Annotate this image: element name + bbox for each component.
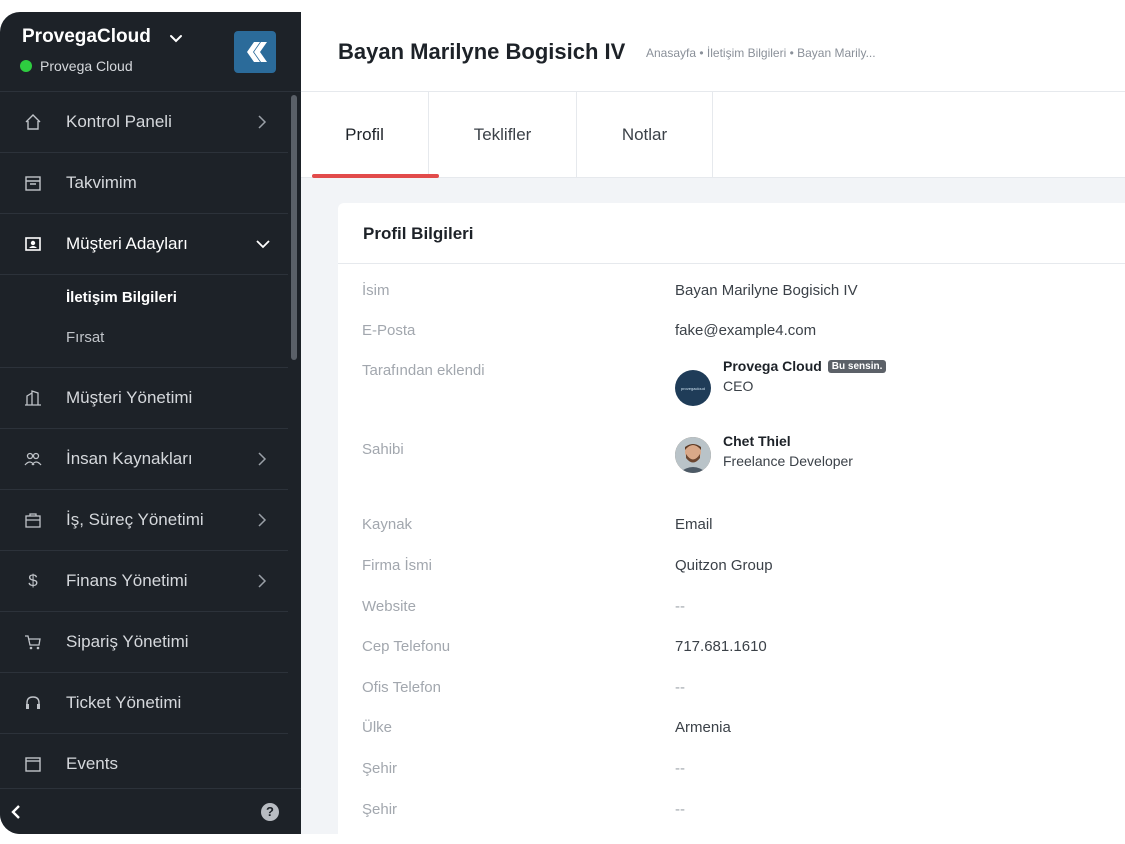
sidebar-item-finans-yonetimi[interactable]: $ Finans Yönetimi <box>0 551 288 612</box>
tab-notlar[interactable]: Notlar <box>577 92 713 178</box>
field-label: Tarafından eklendi <box>362 362 485 379</box>
sidebar-item-label: Sipariş Yönetimi <box>66 632 189 651</box>
sidebar-item-is-surec-yonetimi[interactable]: İş, Süreç Yönetimi <box>0 490 288 551</box>
briefcase-icon <box>25 513 41 528</box>
sidebar-nav: Kontrol Paneli Takvimim Müşteri Adayları… <box>0 92 288 795</box>
field-label: Şehir <box>362 801 398 818</box>
avatar-logo-text: provegacloud <box>680 385 706 391</box>
card-title: Profil Bilgileri <box>363 224 474 243</box>
breadcrumb[interactable]: Anasayfa • İletişim Bilgileri • Bayan Ma… <box>646 46 876 60</box>
cart-icon <box>25 635 41 650</box>
tab-teklifler[interactable]: Teklifler <box>429 92 577 178</box>
tab-profil[interactable]: Profil <box>301 92 429 178</box>
sidebar-item-ticket-yonetimi[interactable]: Ticket Yönetimi <box>0 673 288 734</box>
chevron-right-icon <box>258 513 267 527</box>
sidebar-item-label: Ticket Yönetimi <box>66 693 182 712</box>
field-label: Şehir <box>362 760 398 777</box>
event-icon <box>25 757 41 772</box>
sidebar-item-label: İş, Süreç Yönetimi <box>66 510 204 529</box>
tab-label: Profil <box>345 125 384 144</box>
brand-header[interactable]: ProvegaCloud Provega Cloud <box>0 12 301 92</box>
field-label: Firma İsmi <box>362 557 432 574</box>
brand-subtitle: Provega Cloud <box>40 58 133 74</box>
field-value: Email <box>675 516 713 533</box>
sidebar-item-label: Müşteri Yönetimi <box>66 388 193 407</box>
chevron-down-icon <box>256 240 270 249</box>
people-icon <box>24 452 42 466</box>
sidebar-item-takvimim[interactable]: Takvimim <box>0 153 288 214</box>
page-title: Bayan Marilyne Bogisich IV <box>338 39 626 64</box>
sidebar-scrollbar-thumb[interactable] <box>291 95 297 360</box>
field-label: İsim <box>362 282 390 299</box>
field-label: Sahibi <box>362 441 404 458</box>
field-value: Quitzon Group <box>675 557 773 574</box>
brand-name[interactable]: ProvegaCloud <box>22 26 151 48</box>
field-value[interactable]: 717.681.1610 <box>675 638 767 655</box>
sidebar-item-musteri-adaylari[interactable]: Müşteri Adayları <box>0 214 288 275</box>
sidebar-item-label: Events <box>66 754 118 773</box>
sidebar-subitem-iletisim-bilgileri[interactable]: İletişim Bilgileri <box>66 289 177 306</box>
field-label: Cep Telefonu <box>362 638 451 655</box>
sidebar-item-label: Kontrol Paneli <box>66 112 172 131</box>
sidebar-subitem-firsat[interactable]: Fırsat <box>66 329 104 346</box>
sidebar-item-musteri-yonetimi[interactable]: Müşteri Yönetimi <box>0 368 288 429</box>
brand-status: Provega Cloud <box>20 58 133 74</box>
chevron-left-icon[interactable] <box>6 801 26 823</box>
chevron-right-icon <box>258 574 267 588</box>
profile-tabs: Profil Teklifler Notlar <box>301 92 1125 178</box>
avatar <box>675 437 711 473</box>
sidebar-item-label: İnsan Kaynakları <box>66 449 193 468</box>
sidebar-item-label: Finans Yönetimi <box>66 571 188 590</box>
field-value: Armenia <box>675 719 731 736</box>
field-label: Kaynak <box>362 516 413 533</box>
card-header: Profil Bilgileri <box>338 203 1125 264</box>
active-tab-indicator <box>312 174 439 178</box>
field-value: Bayan Marilyne Bogisich IV <box>675 282 858 299</box>
person-role: Freelance Developer <box>723 453 853 469</box>
person-name: Chet Thiel <box>723 433 791 449</box>
field-value[interactable]: fake@example4.com <box>675 322 816 339</box>
sidebar-item-siparis-yonetimi[interactable]: Sipariş Yönetimi <box>0 612 288 673</box>
chevron-down-icon[interactable] <box>168 30 184 46</box>
sidebar-item-label: Takvimim <box>66 173 137 192</box>
sidebar-footer: ? <box>0 788 301 834</box>
field-value: -- <box>675 679 685 696</box>
tab-label: Notlar <box>621 125 668 144</box>
brand-logo-icon[interactable] <box>234 31 276 73</box>
sidebar-item-events[interactable]: Events <box>0 734 288 795</box>
field-label: Ülke <box>362 719 393 736</box>
chevron-right-icon <box>258 452 267 466</box>
field-label: E-Posta <box>362 322 416 339</box>
field-value: -- <box>675 760 685 777</box>
calendar-icon <box>25 176 41 191</box>
field-label: Website <box>362 598 416 615</box>
sidebar-item-insan-kaynaklari[interactable]: İnsan Kaynakları <box>0 429 288 490</box>
home-icon <box>25 114 41 130</box>
sidebar-item-label: Müşteri Adayları <box>66 234 188 253</box>
dollar-icon: $ <box>28 571 38 590</box>
field-label: Ofis Telefon <box>362 679 441 696</box>
help-icon[interactable]: ? <box>261 803 279 821</box>
online-status-dot <box>20 60 32 72</box>
person-role: CEO <box>723 378 754 394</box>
chevron-right-icon <box>258 115 267 129</box>
profile-card: Profil Bilgileri İsim Bayan Marilyne Bog… <box>338 203 1125 834</box>
app-window: ProvegaCloud Provega Cloud Kontrol Panel… <box>0 12 1125 834</box>
sidebar-item-kontrol-paneli[interactable]: Kontrol Paneli <box>0 92 288 153</box>
sidebar: ProvegaCloud Provega Cloud Kontrol Panel… <box>0 12 301 834</box>
person-name: Provega Cloud Bu sensin. <box>723 358 887 374</box>
you-badge: Bu sensin. <box>827 360 887 373</box>
page-header: Bayan Marilyne Bogisich IV Anasayfa • İl… <box>301 12 1125 92</box>
tab-label: Teklifler <box>473 125 532 144</box>
headset-icon <box>26 696 40 709</box>
avatar: provegacloud <box>675 370 711 406</box>
person-name-text: Provega Cloud <box>723 358 822 374</box>
sidebar-submenu: İletişim Bilgileri Fırsat <box>0 275 288 368</box>
field-value: -- <box>675 598 685 615</box>
building-icon <box>25 390 41 406</box>
contact-card-icon <box>25 237 41 251</box>
field-value: -- <box>675 801 685 818</box>
